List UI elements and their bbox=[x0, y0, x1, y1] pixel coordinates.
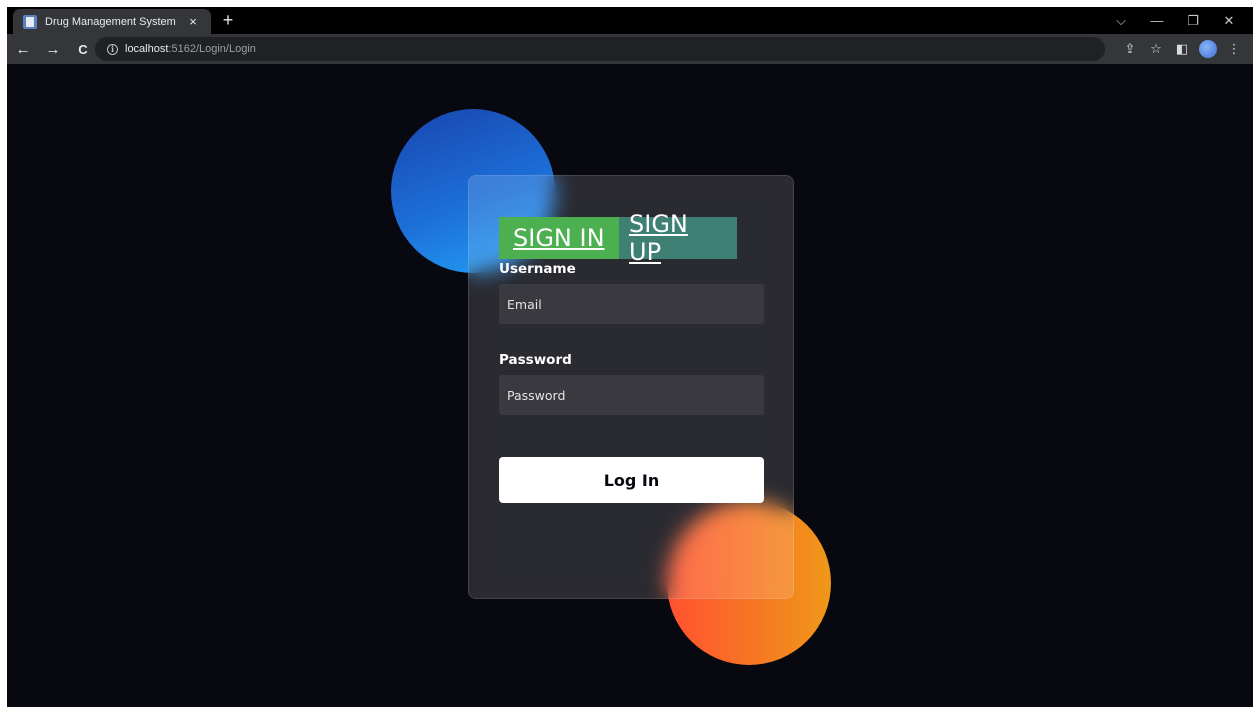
site-info-icon[interactable]: i bbox=[107, 43, 118, 55]
url-path: :5162/Login/Login bbox=[168, 43, 256, 55]
login-card: SIGN IN SIGN UP Username Password Log In bbox=[468, 175, 794, 599]
tab-search-icon[interactable]: ⌵ bbox=[1103, 7, 1139, 34]
password-label: Password bbox=[499, 352, 572, 368]
tab-strip: Drug Management System × + ⌵ — ❐ ✕ bbox=[7, 7, 1253, 34]
username-input[interactable] bbox=[499, 284, 764, 324]
sign-in-tab[interactable]: SIGN IN bbox=[499, 217, 619, 259]
sign-up-tab[interactable]: SIGN UP bbox=[619, 210, 737, 266]
close-window-icon[interactable]: ✕ bbox=[1211, 7, 1247, 34]
url-host: localhost bbox=[125, 43, 169, 55]
reload-icon[interactable]: C bbox=[69, 35, 97, 63]
toolbar-actions: ⇪ ☆ ◧ ⋮ bbox=[1117, 34, 1247, 64]
new-tab-icon[interactable]: + bbox=[218, 10, 238, 30]
menu-icon[interactable]: ⋮ bbox=[1221, 36, 1247, 62]
share-icon[interactable]: ⇪ bbox=[1117, 36, 1143, 62]
back-icon[interactable]: ← bbox=[9, 35, 37, 63]
page-favicon-icon bbox=[23, 14, 37, 29]
tab-close-icon[interactable]: × bbox=[185, 14, 201, 29]
profile-avatar[interactable] bbox=[1199, 40, 1217, 58]
side-panel-icon[interactable]: ◧ bbox=[1169, 36, 1195, 62]
window-controls: ⌵ — ❐ ✕ bbox=[1103, 7, 1247, 34]
log-in-button[interactable]: Log In bbox=[499, 457, 764, 503]
address-bar[interactable]: i localhost:5162/Login/Login bbox=[95, 37, 1105, 61]
username-label: Username bbox=[499, 261, 576, 277]
auth-switch: SIGN IN SIGN UP bbox=[499, 210, 737, 266]
restore-icon[interactable]: ❐ bbox=[1175, 7, 1211, 34]
browser-toolbar: ← → C i localhost:5162/Login/Login ⇪ ☆ ◧… bbox=[7, 34, 1253, 64]
forward-icon[interactable]: → bbox=[39, 35, 67, 63]
login-page: SIGN IN SIGN UP Username Password Log In bbox=[7, 64, 1253, 707]
tab-title: Drug Management System bbox=[45, 15, 176, 28]
minimize-icon[interactable]: — bbox=[1139, 7, 1175, 34]
bookmark-star-icon[interactable]: ☆ bbox=[1143, 36, 1169, 62]
browser-window: Drug Management System × + ⌵ — ❐ ✕ ← → C… bbox=[7, 7, 1253, 707]
password-input[interactable] bbox=[499, 375, 764, 415]
browser-tab[interactable]: Drug Management System × bbox=[13, 9, 211, 34]
